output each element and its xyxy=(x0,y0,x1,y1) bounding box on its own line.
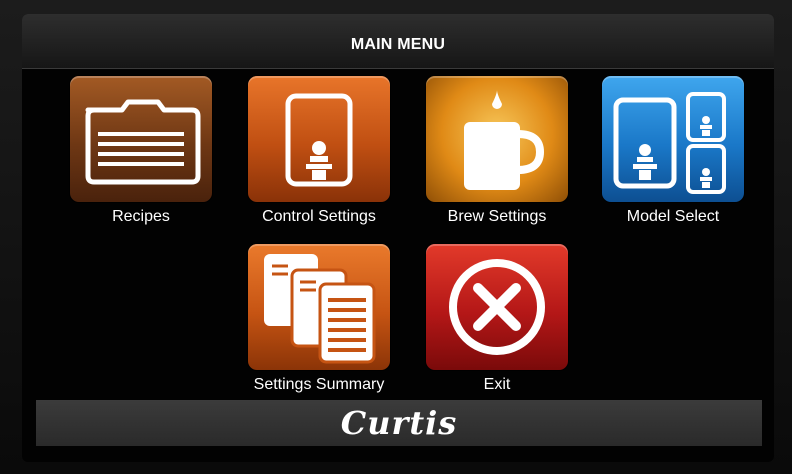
close-circle-icon xyxy=(449,259,545,355)
exit-button[interactable] xyxy=(426,244,568,370)
dispenser-icon xyxy=(285,93,353,187)
settings-summary-button[interactable] xyxy=(248,244,390,370)
mug-icon xyxy=(464,90,545,190)
model-select-button[interactable] xyxy=(602,76,744,202)
touch-screen: MAIN MENU Recipes Control Settings Brew xyxy=(22,14,774,462)
documents-icon xyxy=(264,254,376,364)
brand-logo: Curtis xyxy=(340,404,458,442)
exit-label: Exit xyxy=(483,376,511,393)
settings-summary-label: Settings Summary xyxy=(253,376,385,393)
control-settings-button[interactable] xyxy=(248,76,390,202)
recipes-button[interactable] xyxy=(70,76,212,202)
recipes-label: Recipes xyxy=(112,208,170,225)
model-select-icon xyxy=(613,92,726,194)
model-select-label: Model Select xyxy=(626,208,720,225)
header-bar: MAIN MENU xyxy=(22,14,774,69)
brew-settings-label: Brew Settings xyxy=(447,208,547,225)
page-title: MAIN MENU xyxy=(350,36,446,53)
brew-settings-button[interactable] xyxy=(426,76,568,202)
control-settings-label: Control Settings xyxy=(262,208,376,225)
folder-icon xyxy=(85,99,201,185)
footer-bar: Curtis xyxy=(36,400,762,446)
